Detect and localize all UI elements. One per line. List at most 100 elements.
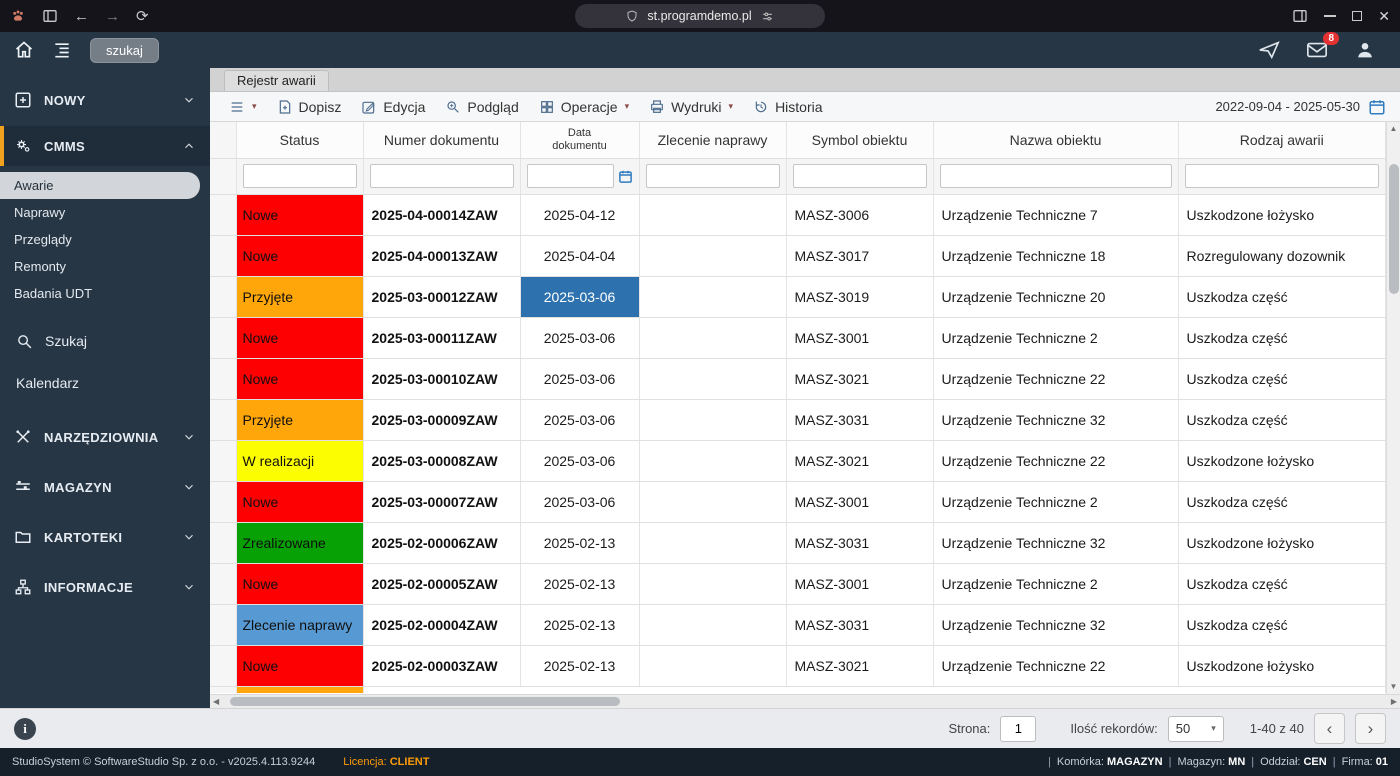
filter-input-nazwa-obiektu[interactable] — [940, 164, 1172, 188]
table-row[interactable]: Nowe2025-03-00010ZAW2025-03-06MASZ-3021U… — [210, 358, 1386, 399]
failure-type-cell[interactable]: Rozregulowany dozownik — [1178, 235, 1386, 276]
sidebar-item-narzedziownia[interactable]: NARZĘDZIOWNIA — [0, 415, 210, 459]
status-cell[interactable]: Przyjęte — [236, 399, 363, 440]
scroll-right-icon[interactable]: ▶ — [1391, 697, 1397, 706]
table-row[interactable]: Nowe2025-04-00013ZAW2025-04-04MASZ-3017U… — [210, 235, 1386, 276]
document-date-cell[interactable]: 2025-03-06 — [520, 440, 639, 481]
column-header-numer-dokumentu[interactable]: Numer dokumentu — [363, 122, 520, 158]
filter-input-zlecenie-naprawy[interactable] — [646, 164, 780, 188]
sidebar-item-szukaj[interactable]: Szukaj — [0, 323, 210, 359]
date-range-calendar-icon[interactable] — [1368, 98, 1386, 116]
row-selector-cell[interactable] — [210, 358, 236, 399]
object-symbol-cell[interactable]: MASZ-3031 — [786, 399, 933, 440]
site-security-icon[interactable] — [626, 10, 638, 22]
status-cell[interactable]: Nowe — [236, 317, 363, 358]
sidebar-item-nowy[interactable]: NOWY — [0, 78, 210, 122]
filter-input-numer-dokumentu[interactable] — [370, 164, 514, 188]
object-name-cell[interactable]: Urządzenie Techniczne 22 — [933, 645, 1178, 686]
document-date-cell[interactable]: 2025-03-06 — [520, 317, 639, 358]
repair-order-cell[interactable] — [639, 317, 786, 358]
object-symbol-cell[interactable]: MASZ-3021 — [786, 358, 933, 399]
failure-type-cell[interactable]: Uszkodza część — [1178, 399, 1386, 440]
failure-type-cell[interactable]: Uszkodzone łożysko — [1178, 522, 1386, 563]
document-date-cell[interactable]: 2025-02-13 — [520, 604, 639, 645]
repair-order-cell[interactable] — [639, 194, 786, 235]
document-number-cell[interactable]: 2025-02-00004ZAW — [363, 604, 520, 645]
row-selector-cell[interactable] — [210, 399, 236, 440]
header-search-button[interactable]: szukaj — [90, 38, 159, 63]
page-number-input[interactable] — [1000, 716, 1036, 742]
add-button[interactable]: Dopisz — [268, 96, 351, 118]
document-date-cell[interactable]: 2025-03-06 — [520, 276, 639, 317]
status-cell[interactable]: Zrealizowane — [236, 522, 363, 563]
table-row[interactable]: Nowe2025-04-00014ZAW2025-04-12MASZ-3006U… — [210, 194, 1386, 235]
grid-menu-button[interactable]: ▾ — [220, 96, 266, 118]
document-number-cell[interactable]: 2025-02-00005ZAW — [363, 563, 520, 604]
records-per-page-select[interactable]: 50 ▾ — [1168, 716, 1224, 742]
vertical-scroll-thumb[interactable] — [1389, 164, 1399, 294]
object-name-cell[interactable]: Urządzenie Techniczne 32 — [933, 604, 1178, 645]
repair-order-cell[interactable] — [639, 399, 786, 440]
repair-order-cell[interactable] — [639, 604, 786, 645]
failure-type-cell[interactable]: Uszkodza część — [1178, 604, 1386, 645]
row-selector-cell[interactable] — [210, 276, 236, 317]
failure-type-cell[interactable]: Uszkodza część — [1178, 358, 1386, 399]
object-symbol-cell[interactable]: MASZ-3001 — [786, 481, 933, 522]
failure-type-cell[interactable]: Uszkodzone łożysko — [1178, 194, 1386, 235]
scroll-left-icon[interactable]: ◀ — [213, 697, 219, 706]
table-row[interactable]: Nowe2025-03-00011ZAW2025-03-06MASZ-3001U… — [210, 317, 1386, 358]
horizontal-scrollbar[interactable]: ◀ ▶ — [210, 694, 1400, 708]
column-header-rodzaj-awarii[interactable]: Rodzaj awarii — [1178, 122, 1386, 158]
object-name-cell[interactable]: Urządzenie Techniczne 2 — [933, 481, 1178, 522]
table-row-partial[interactable] — [210, 686, 1386, 693]
table-row[interactable]: Nowe2025-03-00007ZAW2025-03-06MASZ-3001U… — [210, 481, 1386, 522]
document-number-cell[interactable]: 2025-03-00012ZAW — [363, 276, 520, 317]
document-date-cell[interactable]: 2025-03-06 — [520, 481, 639, 522]
forward-icon[interactable]: → — [105, 9, 120, 24]
sidebar-item-badania-udt[interactable]: Badania UDT — [0, 280, 210, 307]
table-row[interactable]: Zlecenie naprawy2025-02-00004ZAW2025-02-… — [210, 604, 1386, 645]
filter-input-status[interactable] — [243, 164, 357, 188]
object-symbol-cell[interactable]: MASZ-3031 — [786, 522, 933, 563]
filter-input-symbol-obiektu[interactable] — [793, 164, 927, 188]
status-cell[interactable]: Nowe — [236, 645, 363, 686]
table-row[interactable]: Przyjęte2025-03-00009ZAW2025-03-06MASZ-3… — [210, 399, 1386, 440]
sidebar-item-cmms[interactable]: CMMS — [0, 126, 210, 166]
document-date-cell[interactable]: 2025-04-12 — [520, 194, 639, 235]
repair-order-cell[interactable] — [639, 358, 786, 399]
failure-type-cell[interactable]: Uszkodza część — [1178, 563, 1386, 604]
column-header-status[interactable]: Status — [236, 122, 363, 158]
table-row[interactable]: Zrealizowane2025-02-00006ZAW2025-02-13MA… — [210, 522, 1386, 563]
object-symbol-cell[interactable]: MASZ-3021 — [786, 440, 933, 481]
sidebar-item-informacje[interactable]: INFORMACJE — [0, 565, 210, 609]
url-bar[interactable]: st.programdemo.pl — [575, 4, 825, 28]
close-icon[interactable]: ✕ — [1378, 9, 1390, 23]
object-name-cell[interactable]: Urządzenie Techniczne 20 — [933, 276, 1178, 317]
mail-icon[interactable]: 8 — [1306, 39, 1328, 61]
object-name-cell[interactable]: Urządzenie Techniczne 18 — [933, 235, 1178, 276]
scroll-down-icon[interactable]: ▼ — [1390, 680, 1398, 694]
status-cell[interactable]: Nowe — [236, 235, 363, 276]
repair-order-cell[interactable] — [639, 522, 786, 563]
sidebar-item-kartoteki[interactable]: KARTOTEKI — [0, 515, 210, 559]
column-header-zlecenie-naprawy[interactable]: Zlecenie naprawy — [639, 122, 786, 158]
maximize-icon[interactable] — [1352, 11, 1362, 21]
column-header-nazwa-obiektu[interactable]: Nazwa obiektu — [933, 122, 1178, 158]
object-name-cell[interactable]: Urządzenie Techniczne 32 — [933, 399, 1178, 440]
reload-icon[interactable]: ⟳ — [136, 9, 149, 24]
row-selector-cell[interactable] — [210, 604, 236, 645]
filter-calendar-icon[interactable] — [618, 169, 633, 184]
document-number-cell[interactable]: 2025-03-00009ZAW — [363, 399, 520, 440]
row-selector-cell[interactable] — [210, 440, 236, 481]
row-selector-cell[interactable] — [210, 481, 236, 522]
document-date-cell[interactable]: 2025-02-13 — [520, 645, 639, 686]
sidebar-item-magazyn[interactable]: MAGAZYN — [0, 465, 210, 509]
user-icon[interactable] — [1354, 39, 1376, 61]
filter-input-rodzaj-awarii[interactable] — [1185, 164, 1380, 188]
status-cell[interactable]: W realizacji — [236, 440, 363, 481]
repair-order-cell[interactable] — [639, 481, 786, 522]
document-number-cell[interactable]: 2025-02-00006ZAW — [363, 522, 520, 563]
sidebar-item-przeglady[interactable]: Przeglądy — [0, 226, 210, 253]
repair-order-cell[interactable] — [639, 563, 786, 604]
prev-page-button[interactable]: ‹ — [1314, 713, 1345, 744]
